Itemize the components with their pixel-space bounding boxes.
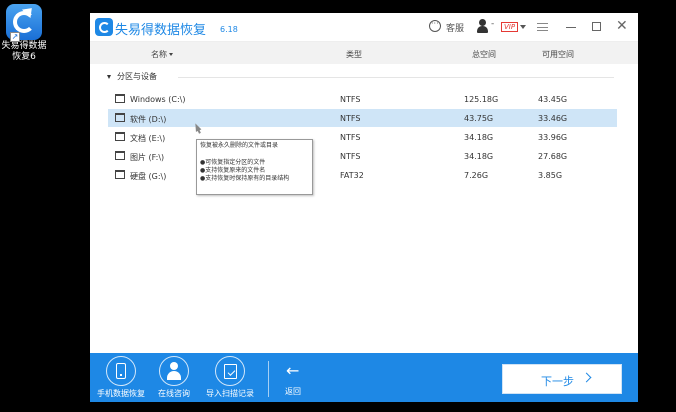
drive-icon (115, 113, 125, 122)
table-row[interactable]: 文档 (E:\) NTFS 34.18G 33.96G (108, 128, 617, 146)
tooltip: 恢复被永久删除的文件或目录 ●可恢复指定分区的文件 ●支持恢复原来的文件名 ●支… (196, 139, 313, 195)
drive-icon (115, 94, 125, 103)
consult-user-icon (167, 362, 181, 380)
drive-icon (115, 132, 125, 141)
drive-icon (115, 151, 125, 160)
app-logo-icon (95, 18, 113, 36)
chevron-down-icon[interactable] (520, 25, 526, 29)
group-header[interactable]: 分区与设备 (107, 71, 157, 82)
close-button[interactable]: ✕ (616, 17, 628, 35)
app-window: 失易得数据恢复 6.18 客服 - VIP ✕ 名称 类型 总空间 可用空间 分… (90, 13, 638, 402)
phone-recovery-button[interactable]: 手机数据恢复 (95, 353, 147, 402)
customer-service-button[interactable]: 客服 (446, 21, 464, 34)
table-row-selected[interactable]: 软件 (D:\) NTFS 43.75G 33.46G (108, 109, 617, 127)
back-arrow-icon[interactable]: ← (286, 363, 299, 379)
minimize-button[interactable] (566, 27, 576, 28)
group-divider (178, 77, 614, 78)
desktop-shortcut-label: 失易得数据恢复6 (1, 41, 47, 62)
user-icon[interactable] (476, 19, 488, 33)
title-bar: 失易得数据恢复 6.18 客服 - VIP ✕ (90, 13, 638, 42)
menu-icon[interactable] (537, 23, 548, 31)
sort-down-icon (169, 53, 173, 56)
shortcut-arrow-icon: ↗ (10, 32, 20, 42)
bottom-toolbar: 手机数据恢复 在线咨询 导入扫描记录 ← 返回 下一步 (90, 353, 638, 402)
app-title: 失易得数据恢复 (115, 23, 207, 38)
vip-badge[interactable]: VIP (501, 22, 519, 32)
next-step-label: 下一步 (541, 375, 574, 388)
app-version: 6.18 (220, 25, 238, 34)
table-row[interactable]: 硬盘 (G:\) FAT32 7.26G 3.85G (108, 166, 617, 184)
toolbar-divider (268, 361, 269, 397)
tooltip-point: ●支持恢复时保持原有的目录结构 (200, 175, 290, 182)
column-header-type[interactable]: 类型 (346, 49, 362, 60)
column-header-free[interactable]: 可用空间 (542, 49, 574, 60)
column-header-name[interactable]: 名称 (151, 49, 173, 60)
user-name[interactable]: - (491, 19, 494, 29)
app-shortcut-icon: ↗ (6, 3, 42, 42)
tooltip-title: 恢复被永久删除的文件或目录 (200, 142, 279, 149)
phone-icon (116, 363, 126, 379)
table-row[interactable]: Windows (C:\) NTFS 125.18G 43.45G (108, 90, 617, 108)
chevron-right-icon (581, 372, 592, 383)
next-step-button[interactable]: 下一步 (502, 364, 622, 394)
collapse-icon[interactable] (107, 74, 111, 79)
desktop-shortcut[interactable]: ↗ 失易得数据恢复6 (0, 2, 48, 63)
maximize-button[interactable] (592, 22, 601, 31)
back-button[interactable]: 返回 (285, 386, 301, 397)
import-scan-button[interactable]: 导入扫描记录 (204, 353, 256, 402)
drive-icon (115, 170, 125, 179)
table-row[interactable]: 图片 (F:\) NTFS 34.18G 27.68G (108, 147, 617, 165)
import-icon (224, 364, 237, 379)
online-consult-button[interactable]: 在线咨询 (152, 353, 196, 402)
tooltip-point: ●支持恢复原来的文件名 (200, 167, 266, 174)
table-header: 名称 类型 总空间 可用空间 (90, 42, 638, 64)
column-header-total[interactable]: 总空间 (472, 49, 496, 60)
tooltip-point: ●可恢复指定分区的文件 (200, 159, 266, 166)
chat-icon[interactable] (429, 19, 441, 32)
